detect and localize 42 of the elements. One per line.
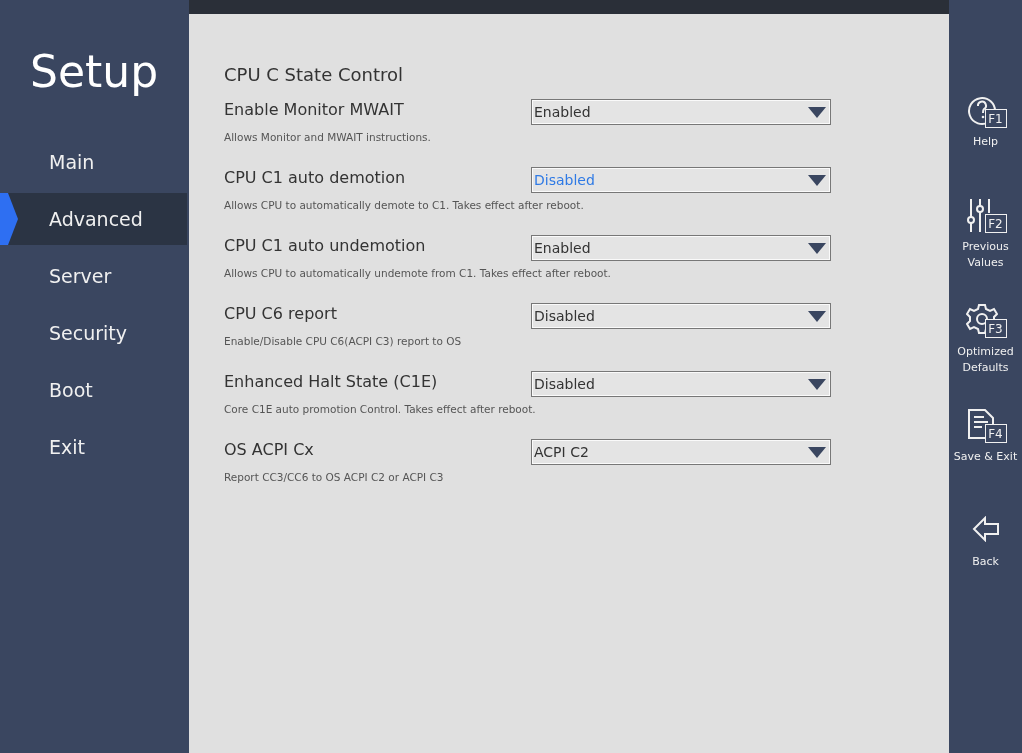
key-badge: F2: [984, 214, 1007, 233]
nav-item[interactable]: Boot: [0, 364, 187, 416]
dropdown-arrow-icon: [808, 242, 826, 254]
setup-title: Setup: [29, 45, 160, 99]
dropdown[interactable]: Disabled: [531, 303, 831, 329]
dropdown-arrow-icon: [808, 378, 826, 390]
dropdown-arrow-icon: [808, 106, 826, 118]
dropdown[interactable]: Disabled: [531, 371, 831, 397]
nav-item[interactable]: Server: [0, 250, 187, 302]
dropdown-arrow-icon: [808, 446, 826, 458]
action-button[interactable]: F3 Optimized Defaults: [949, 302, 1022, 407]
dropdown[interactable]: Enabled: [531, 99, 831, 125]
key-badge: F3: [984, 319, 1007, 338]
nav-item[interactable]: Exit: [0, 421, 187, 473]
dropdown-arrow-icon: [808, 310, 826, 322]
action-button[interactable]: F1 Help: [949, 92, 1022, 197]
setting-description: Allows Monitor and MWAIT instructions.: [224, 131, 432, 143]
setting-description: Allows CPU to automatically undemote from C1. Takes effect after reboot.: [224, 267, 612, 279]
action-button[interactable]: Back: [949, 512, 1022, 617]
setting-label: CPU C6 report: [224, 303, 337, 325]
action-button[interactable]: F2 Previous Values: [949, 197, 1022, 302]
dropdown[interactable]: Enabled: [531, 235, 831, 261]
section-heading: CPU C State Control: [224, 64, 405, 85]
setting-label: CPU C1 auto undemotion: [224, 235, 426, 257]
setting-description: Enable/Disable CPU C6(ACPI C3) report to OS: [224, 335, 463, 347]
setting-label: OS ACPI Cx: [224, 439, 314, 461]
nav-item[interactable]: Security: [0, 307, 187, 359]
dropdown-arrow-icon: [808, 174, 826, 186]
nav-item[interactable]: Main: [0, 136, 187, 188]
setting-description: Core C1E auto promotion Control. Takes effect after reboot.: [224, 403, 537, 415]
key-badge: F1: [984, 109, 1007, 128]
back-arrow-icon: [971, 516, 1000, 542]
key-badge: F4: [984, 424, 1007, 443]
nav-item[interactable]: Advanced: [0, 193, 187, 245]
setting-description: Report CC3/CC6 to OS ACPI C2 or ACPI C3: [224, 471, 445, 483]
setting-label: Enhanced Halt State (C1E): [224, 371, 438, 393]
setting-description: Allows CPU to automatically demote to C1. Takes effect after reboot.: [224, 199, 585, 211]
action-button[interactable]: F4 Save & Exit: [949, 407, 1022, 512]
setting-label: Enable Monitor MWAIT: [224, 99, 404, 121]
dropdown[interactable]: ACPI C2: [531, 439, 831, 465]
selection-marker-icon: [0, 193, 18, 245]
setting-label: CPU C1 auto demotion: [224, 167, 406, 189]
